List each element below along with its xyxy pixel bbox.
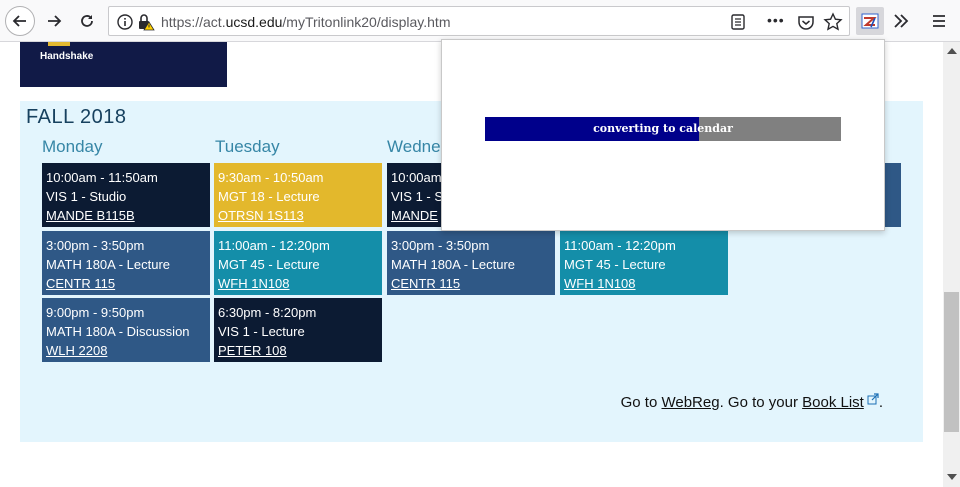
class-card: 9:00pm - 9:50pm MATH 180A - Discussion W… bbox=[42, 298, 210, 362]
class-location-link[interactable]: WLH 2208 bbox=[46, 341, 210, 360]
page-scrollbar[interactable] bbox=[943, 42, 960, 487]
browser-toolbar: https://act.ucsd.edu/myTritonlink20/disp… bbox=[0, 0, 960, 42]
scrollbar-thumb[interactable] bbox=[944, 292, 959, 432]
class-time: 11:00am - 12:20pm bbox=[218, 238, 330, 253]
class-course: VIS 1 - Studio bbox=[46, 189, 127, 204]
page-actions-more-icon[interactable]: ••• bbox=[767, 13, 789, 31]
forward-icon bbox=[48, 15, 62, 27]
footer-text: . Go to your bbox=[719, 394, 803, 411]
bookmark-star-icon[interactable] bbox=[823, 12, 843, 32]
class-course: VIS 1 - Lecture bbox=[218, 324, 305, 339]
footer-text: Go to bbox=[620, 394, 662, 411]
calendar-extension-icon bbox=[861, 13, 879, 29]
reload-icon bbox=[81, 15, 93, 27]
url-text[interactable]: https://act.ucsd.edu/myTritonlink20/disp… bbox=[161, 14, 450, 30]
class-location-link[interactable]: CENTR 115 bbox=[46, 274, 210, 293]
day-heading-tuesday: Tuesday bbox=[215, 137, 280, 156]
class-card: 11:00am - 12:20pm MGT 45 - Lecture WFH 1… bbox=[214, 231, 382, 295]
class-location-link[interactable]: PETER 108 bbox=[218, 341, 382, 360]
class-time: 11:00am - 12:20pm bbox=[564, 238, 676, 253]
pocket-icon[interactable] bbox=[797, 13, 815, 31]
book-list-link[interactable]: Book List bbox=[802, 394, 864, 411]
handshake-logo-mark bbox=[48, 42, 70, 46]
class-course: MATH 180A - Lecture bbox=[391, 257, 516, 272]
conversion-progress-bar: converting to calendar bbox=[485, 117, 841, 141]
day-heading-wednesday: Wedne bbox=[387, 137, 441, 156]
overflow-icon[interactable] bbox=[890, 10, 912, 32]
hamburger-menu-icon[interactable] bbox=[928, 10, 950, 32]
forward-button[interactable] bbox=[39, 6, 69, 36]
class-time: 3:00pm - 3:50pm bbox=[46, 238, 145, 253]
class-location-link[interactable]: WFH 1N108 bbox=[218, 274, 382, 293]
class-location-link[interactable]: MANDE B115B bbox=[46, 206, 210, 225]
class-location-link[interactable]: WFH 1N108 bbox=[564, 274, 728, 293]
class-time: 6:30pm - 8:20pm bbox=[218, 305, 317, 320]
back-icon bbox=[12, 15, 26, 27]
term-title: FALL 2018 bbox=[26, 106, 127, 128]
extension-popup: converting to calendar bbox=[441, 39, 885, 231]
footer-text: . bbox=[878, 394, 883, 411]
info-icon[interactable] bbox=[117, 14, 133, 30]
handshake-banner[interactable]: Handshake bbox=[20, 42, 227, 87]
class-card: 3:00pm - 3:50pm MATH 180A - Lecture CENT… bbox=[387, 231, 555, 295]
day-heading-monday: Monday bbox=[42, 137, 103, 156]
reload-button[interactable] bbox=[72, 6, 102, 36]
url-bar[interactable]: https://act.ucsd.edu/myTritonlink20/disp… bbox=[108, 6, 850, 36]
reader-view-icon[interactable] bbox=[729, 13, 747, 31]
class-course: MGT 45 - Lecture bbox=[218, 257, 320, 272]
class-time: 10:00am - 11:50am bbox=[46, 170, 158, 185]
class-card: 9:30am - 10:50am MGT 18 - Lecture OTRSN … bbox=[214, 163, 382, 227]
webreg-link[interactable]: WebReg bbox=[661, 394, 719, 411]
handshake-label: Handshake bbox=[40, 51, 94, 62]
calendar-extension-button[interactable] bbox=[856, 7, 884, 35]
external-link-icon bbox=[867, 393, 879, 405]
progress-label: converting to calendar bbox=[593, 122, 733, 135]
class-course: MATH 180A - Lecture bbox=[46, 257, 171, 272]
class-course: MATH 180A - Discussion bbox=[46, 324, 190, 339]
scroll-up-icon[interactable] bbox=[947, 48, 957, 54]
insecure-lock-icon[interactable] bbox=[137, 13, 155, 31]
scroll-down-icon[interactable] bbox=[947, 474, 957, 480]
class-location-link[interactable]: CENTR 115 bbox=[391, 274, 555, 293]
class-location-link[interactable]: OTRSN 1S113 bbox=[218, 206, 382, 225]
class-time: 3:00pm - 3:50pm bbox=[391, 238, 490, 253]
class-card: 6:30pm - 8:20pm VIS 1 - Lecture PETER 10… bbox=[214, 298, 382, 362]
back-button[interactable] bbox=[5, 6, 35, 36]
class-card: 10:00am - 11:50am VIS 1 - Studio MANDE B… bbox=[42, 163, 210, 227]
class-time: 9:30am - 10:50am bbox=[218, 170, 324, 185]
footer-links: Go to WebReg. Go to your Book List. bbox=[621, 393, 883, 411]
class-course: MGT 18 - Lecture bbox=[218, 189, 320, 204]
class-course: MGT 45 - Lecture bbox=[564, 257, 666, 272]
class-card: 3:00pm - 3:50pm MATH 180A - Lecture CENT… bbox=[42, 231, 210, 295]
class-card: 11:00am - 12:20pm MGT 45 - Lecture WFH 1… bbox=[560, 231, 728, 295]
class-time: 9:00pm - 9:50pm bbox=[46, 305, 145, 320]
